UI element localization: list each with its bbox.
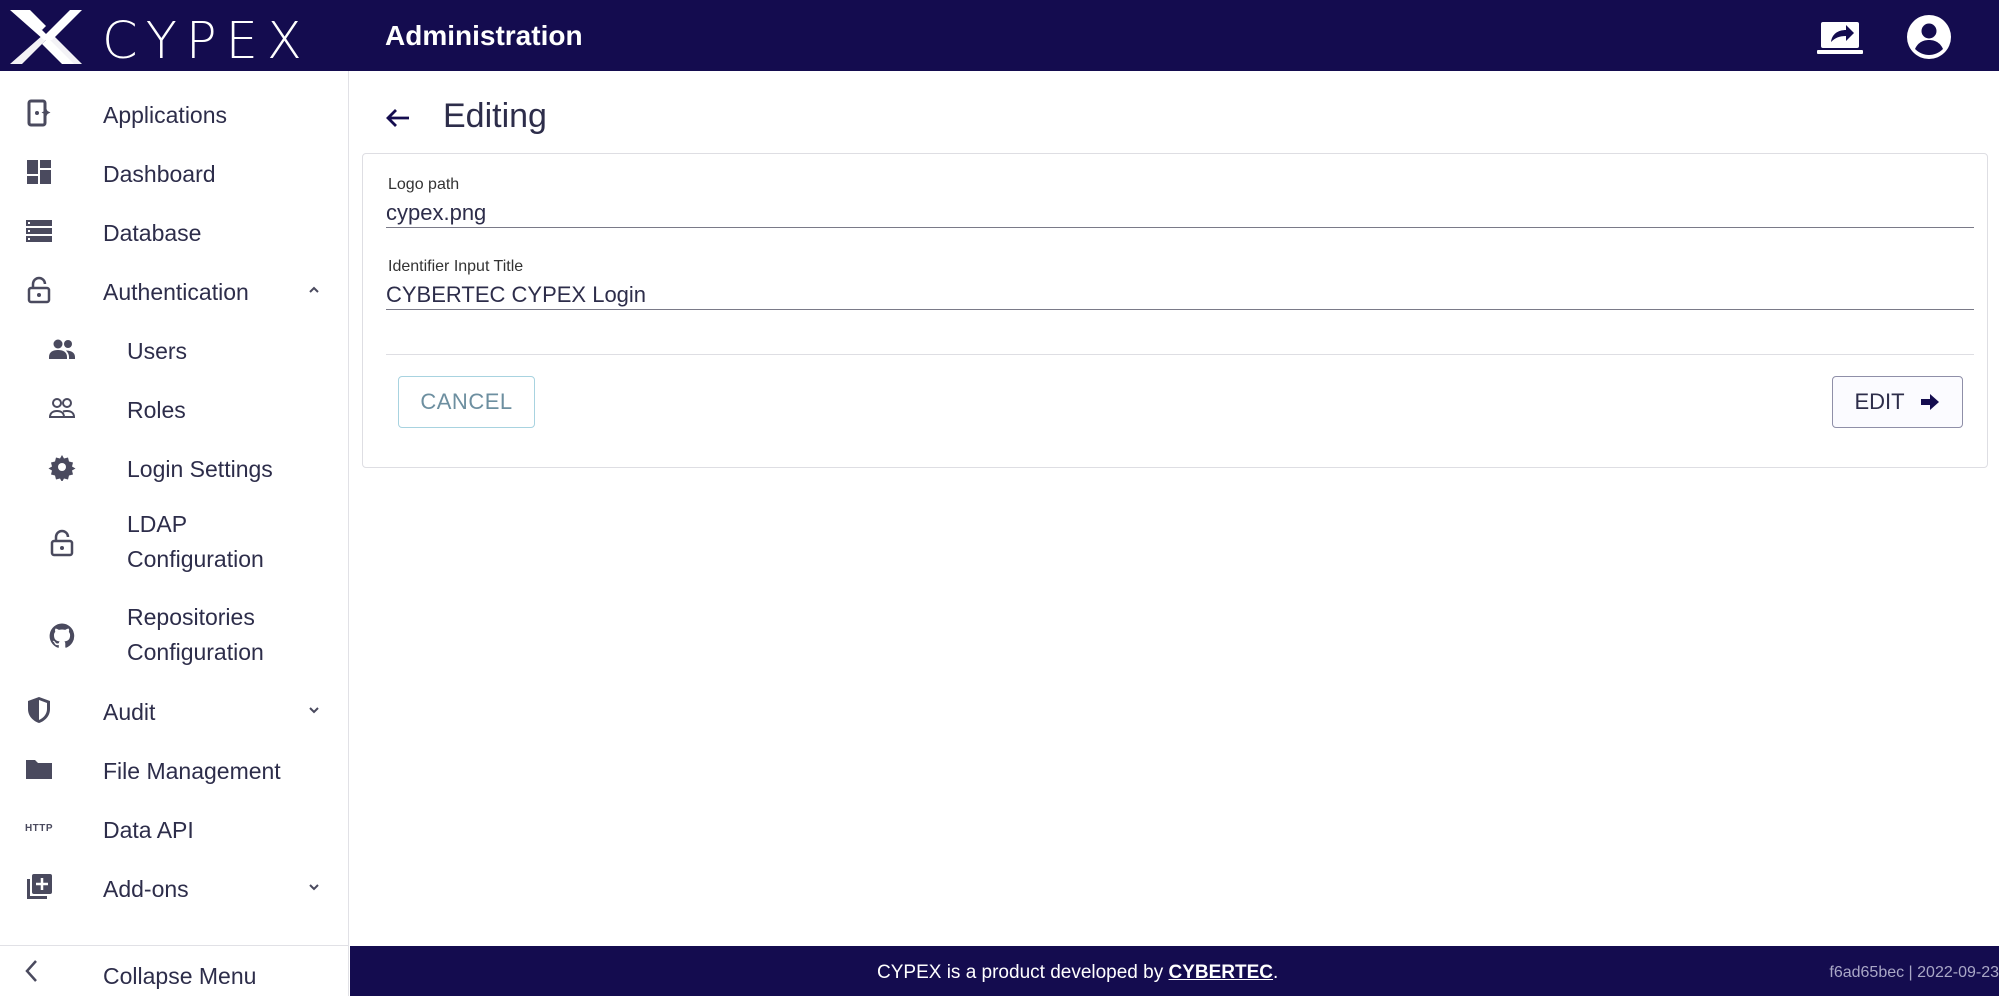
http-icon-text: HTTP [24,822,54,834]
cypex-logo[interactable]: CYPEX [8,8,302,71]
users-icon [47,334,77,364]
top-app-bar: CYPEX Administration [0,0,1999,71]
label-line-1: LDAP [127,511,188,537]
collapse-menu-button[interactable]: Collapse Menu [0,945,349,996]
sidebar-item-applications[interactable]: Applications [0,91,349,135]
identifier-input-title-input[interactable] [386,282,1974,308]
sidebar-item-file-management[interactable]: File Management [0,747,349,791]
edit-button-label: EDIT [1854,389,1905,414]
label-line-2: Configuration [127,639,264,665]
label-line-1: Repositories [127,604,255,630]
footer-credit-text: CYPEX is a product developed by [877,962,1169,983]
sidebar-item-label: Applications [103,102,228,128]
sidebar-item-audit[interactable]: Audit [0,688,349,732]
sidebar-item-label: Dashboard [103,161,216,187]
lock-icon [24,275,54,305]
chevron-up-icon [309,286,319,293]
sidebar-item-label: Audit [103,699,156,725]
sidebar-item-database[interactable]: Database [0,209,349,253]
main-content: Editing Logo path Identifier Input Title… [350,71,1999,946]
sidebar-item-roles[interactable]: Roles [0,386,349,430]
sidebar-item-data-api[interactable]: HTTP Data API [0,806,349,850]
sidebar-item-login-settings[interactable]: Login Settings [0,445,349,489]
roles-icon [47,393,77,423]
sidebar-item-label: Roles [127,397,186,423]
identifier-input-title-label: Identifier Input Title [388,258,524,275]
database-icon [24,216,54,246]
add-box-icon [24,872,54,902]
chevron-down-icon [309,884,319,891]
arrow-right-icon [1920,394,1939,410]
sidebar-item-label: Authentication [103,279,249,305]
lock-icon [47,528,77,558]
chevron-down-icon [309,707,319,714]
logo-path-label: Logo path [388,176,460,193]
sidebar-item-label: File Management [103,758,281,784]
sidebar-item-label: Data API [103,817,194,843]
label-line-2: Configuration [127,546,264,572]
sidebar-item-label: Database [103,220,202,246]
sidebar-item-authentication[interactable]: Authentication [0,268,349,312]
sidebar-item-label: Users [127,338,188,364]
form-divider [386,354,1974,355]
github-icon [47,621,77,651]
applications-icon [24,98,54,128]
sidebar-item-label: Login Settings [127,456,273,482]
page-heading: Administration [385,20,583,51]
sidebar-item-label: LDAP Configuration [127,507,264,577]
footer-credit: CYPEX is a product developed by CYBERTEC… [877,962,1278,984]
chevron-left-icon [25,960,37,982]
collapse-menu-label: Collapse Menu [103,963,257,989]
sidebar: Applications Dashboard Database Authenti… [0,71,349,996]
gear-icon [47,452,77,482]
sidebar-item-ldap-configuration[interactable]: LDAP Configuration [0,504,349,582]
http-icon: HTTP [21,813,57,843]
sidebar-item-add-ons[interactable]: Add-ons [0,865,349,909]
sidebar-item-label: Repositories Configuration [127,600,264,670]
cypex-logo-mark-icon [10,10,82,64]
cybertec-link[interactable]: CYBERTEC [1169,962,1274,983]
logo-path-field: Logo path [386,176,1974,228]
sidebar-item-dashboard[interactable]: Dashboard [0,150,349,194]
sidebar-item-users[interactable]: Users [0,327,349,371]
version-info: f6ad65bec | 2022-09-23 [1829,964,1999,981]
back-arrow-icon[interactable] [381,101,415,135]
brand-name: CYPEX [102,12,311,71]
shield-icon [24,695,54,725]
dashboard-icon [24,157,54,187]
page-title: Editing [443,97,547,135]
identifier-input-title-field: Identifier Input Title [386,258,1974,310]
footer: CYPEX is a product developed by CYBERTEC… [350,946,1999,996]
logo-path-input[interactable] [386,200,1974,226]
account-circle-icon[interactable] [1906,14,1952,60]
footer-credit-suffix: . [1273,962,1279,983]
edit-button[interactable]: EDIT [1832,376,1963,428]
folder-icon [24,754,54,784]
sidebar-item-label: Add-ons [103,876,189,902]
cancel-button[interactable]: CANCEL [398,376,535,428]
edit-form-card: Logo path Identifier Input Title CANCEL … [362,153,1988,468]
sidebar-item-repositories-configuration[interactable]: Repositories Configuration [0,597,349,675]
share-screen-icon[interactable] [1817,14,1863,60]
